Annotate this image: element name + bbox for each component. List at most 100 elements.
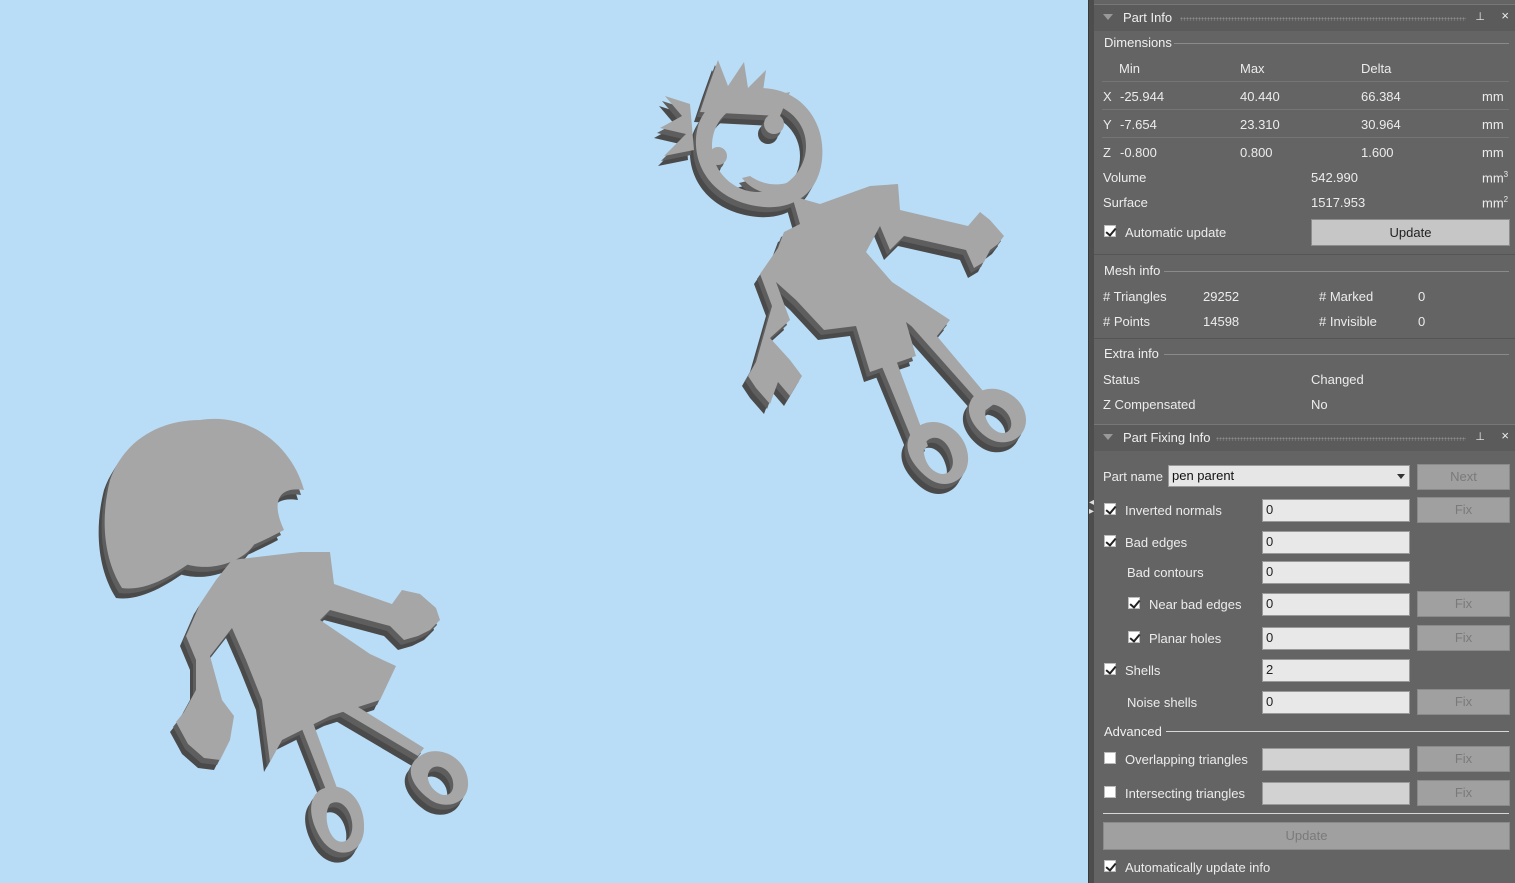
- triangles-label: # Triangles: [1103, 289, 1167, 304]
- invisible-value: 0: [1418, 314, 1426, 329]
- bad-edges-checkbox[interactable]: [1104, 535, 1117, 547]
- axis-y-label: Y: [1103, 117, 1112, 132]
- axis-x-delta: 66.384: [1361, 89, 1401, 104]
- inverted-normals-field[interactable]: 0: [1262, 499, 1410, 522]
- chevron-down-icon: [1397, 474, 1405, 479]
- row-divider: [1102, 81, 1509, 82]
- fix-inverted-normals-button[interactable]: Fix: [1417, 497, 1510, 523]
- fix-intersecting-triangles-button[interactable]: Fix: [1417, 780, 1510, 806]
- volume-value: 542.990: [1311, 170, 1358, 185]
- row-divider: [1102, 137, 1509, 138]
- collapse-triangle-icon[interactable]: [1103, 434, 1113, 440]
- inverted-normals-checkbox[interactable]: [1104, 503, 1117, 515]
- planar-holes-field[interactable]: 0: [1262, 627, 1410, 650]
- inverted-normals-label: Inverted normals: [1125, 503, 1222, 518]
- close-icon[interactable]: ×: [1501, 428, 1509, 443]
- boy-figure-model[interactable]: [654, 60, 1026, 494]
- status-value: Changed: [1311, 372, 1364, 387]
- part-fixing-title: Part Fixing Info: [1123, 430, 1211, 445]
- collapse-triangle-icon[interactable]: [1103, 14, 1113, 20]
- fix-noise-shells-button[interactable]: Fix: [1417, 689, 1510, 715]
- axis-z-delta: 1.600: [1361, 145, 1394, 160]
- axis-y-min: -7.654: [1120, 117, 1157, 132]
- planar-holes-checkbox[interactable]: [1128, 631, 1141, 643]
- section-divider: [1103, 813, 1509, 814]
- axis-z-unit: mm: [1482, 145, 1504, 160]
- girl-figure-model[interactable]: [98, 418, 469, 863]
- z-compensated-label: Z Compensated: [1103, 397, 1196, 412]
- surface-unit: mm2: [1482, 195, 1509, 211]
- status-label: Status: [1103, 372, 1140, 387]
- axis-y-delta: 30.964: [1361, 117, 1401, 132]
- intersecting-triangles-checkbox[interactable]: [1104, 786, 1116, 798]
- part-name-select[interactable]: pen parent: [1168, 465, 1410, 487]
- col-header-delta: Delta: [1361, 61, 1392, 76]
- automatic-update-label: Automatic update: [1125, 225, 1227, 240]
- fixing-update-button[interactable]: Update: [1103, 822, 1510, 850]
- part-fixing-titlebar[interactable]: Part Fixing Info ⊥ ×: [1094, 424, 1515, 451]
- close-icon[interactable]: ×: [1501, 8, 1509, 23]
- z-compensated-value: No: [1311, 397, 1328, 412]
- overlapping-triangles-checkbox[interactable]: [1104, 752, 1116, 764]
- near-bad-edges-label: Near bad edges: [1149, 597, 1242, 612]
- next-button[interactable]: Next: [1417, 464, 1510, 490]
- planar-holes-label: Planar holes: [1149, 631, 1222, 646]
- intersecting-triangles-label: Intersecting triangles: [1125, 786, 1245, 801]
- bad-edges-label: Bad edges: [1125, 535, 1188, 550]
- points-value: 14598: [1203, 314, 1240, 329]
- dimensions-label: Dimensions: [1104, 35, 1172, 50]
- surface-label: Surface: [1103, 195, 1148, 210]
- overlapping-triangles-label: Overlapping triangles: [1125, 752, 1248, 767]
- section-divider: [1174, 43, 1509, 44]
- properties-panel: Part Info ⊥ × Dimensions Min Max Delta X…: [1094, 0, 1515, 883]
- fix-near-bad-edges-button[interactable]: Fix: [1417, 591, 1510, 617]
- part-info-titlebar[interactable]: Part Info ⊥ ×: [1094, 4, 1515, 31]
- axis-y-max: 23.310: [1240, 117, 1280, 132]
- update-button[interactable]: Update: [1311, 219, 1510, 246]
- section-separator: [1094, 254, 1515, 255]
- mesh-info-label: Mesh info: [1104, 263, 1161, 278]
- invisible-label: # Invisible: [1319, 314, 1377, 329]
- shells-field[interactable]: 2: [1262, 659, 1410, 682]
- automatic-update-checkbox[interactable]: [1104, 225, 1117, 237]
- axis-x-max: 40.440: [1240, 89, 1280, 104]
- near-bad-edges-field[interactable]: 0: [1262, 593, 1410, 616]
- shells-label: Shells: [1125, 663, 1161, 678]
- bad-contours-field[interactable]: 0: [1262, 561, 1410, 584]
- pin-icon[interactable]: ⊥: [1475, 430, 1485, 443]
- part-info-title: Part Info: [1123, 10, 1173, 25]
- col-header-min: Min: [1119, 61, 1140, 76]
- section-divider: [1164, 354, 1509, 355]
- axis-y-unit: mm: [1482, 117, 1504, 132]
- section-divider: [1164, 271, 1509, 272]
- fix-overlapping-triangles-button[interactable]: Fix: [1417, 746, 1510, 772]
- bad-edges-field[interactable]: 0: [1262, 531, 1410, 554]
- fix-planar-holes-button[interactable]: Fix: [1417, 625, 1510, 651]
- viewport-scene: [98, 60, 1026, 863]
- intersecting-triangles-field[interactable]: [1262, 782, 1410, 805]
- drag-handle-dots[interactable]: [1180, 17, 1466, 21]
- part-name-label: Part name: [1103, 469, 1163, 484]
- overlapping-triangles-field[interactable]: [1262, 748, 1410, 771]
- volume-unit: mm3: [1482, 170, 1509, 186]
- 3d-viewport[interactable]: [0, 0, 1088, 883]
- shells-checkbox[interactable]: [1104, 663, 1117, 675]
- automatically-update-info-label: Automatically update info: [1125, 860, 1271, 875]
- pin-icon[interactable]: ⊥: [1475, 10, 1485, 23]
- section-divider: [1166, 731, 1509, 732]
- near-bad-edges-checkbox[interactable]: [1128, 597, 1141, 609]
- part-name-value: pen parent: [1172, 468, 1235, 483]
- axis-z-max: 0.800: [1240, 145, 1273, 160]
- drag-handle-dots[interactable]: [1216, 437, 1466, 441]
- col-header-max: Max: [1240, 61, 1265, 76]
- noise-shells-field[interactable]: 0: [1262, 691, 1410, 714]
- axis-z-label: Z: [1103, 145, 1111, 160]
- triangles-value: 29252: [1203, 289, 1240, 304]
- marked-label: # Marked: [1319, 289, 1374, 304]
- axis-x-label: X: [1103, 89, 1112, 104]
- automatically-update-info-checkbox[interactable]: [1104, 860, 1117, 872]
- extra-info-label: Extra info: [1104, 346, 1159, 361]
- points-label: # Points: [1103, 314, 1150, 329]
- axis-x-min: -25.944: [1120, 89, 1165, 104]
- marked-value: 0: [1418, 289, 1426, 304]
